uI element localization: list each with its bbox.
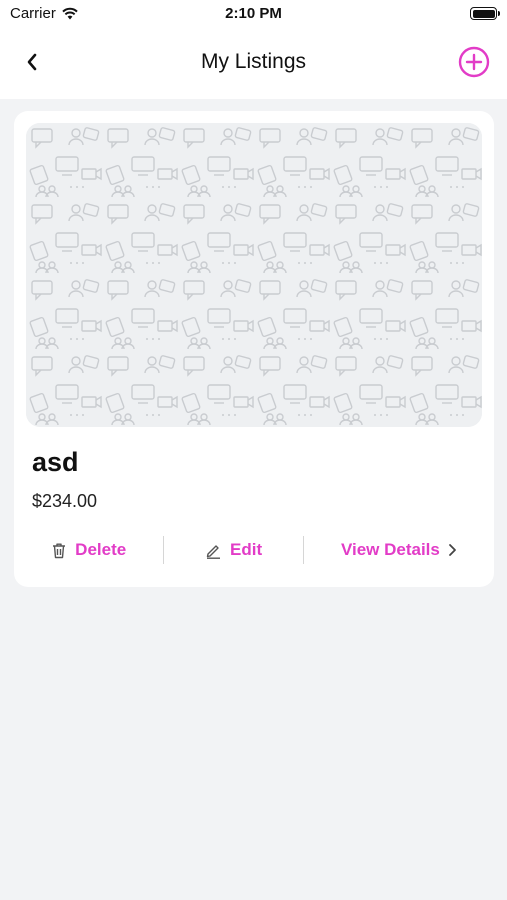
chevron-right-icon <box>448 544 456 556</box>
header: Carrier 2:10 PM My Listings <box>0 0 507 99</box>
status-bar: Carrier 2:10 PM <box>0 0 507 28</box>
view-details-button[interactable]: View Details <box>304 535 494 565</box>
listing-title: asd <box>32 447 79 477</box>
view-details-label: View Details <box>340 540 440 559</box>
delete-label: Delete <box>75 540 127 559</box>
listing-image-placeholder <box>26 123 482 427</box>
status-time: 2:10 PM <box>225 5 282 22</box>
listing-actions: Delete Edit View Details <box>14 535 494 565</box>
delete-button[interactable]: Delete <box>14 535 163 565</box>
edit-label: Edit <box>230 540 263 559</box>
battery-icon <box>470 7 500 20</box>
add-listing-button[interactable] <box>457 45 491 79</box>
navigation-bar: My Listings <box>0 36 507 88</box>
pencil-icon <box>206 544 221 559</box>
listing-price: $234.00 <box>32 491 98 511</box>
edit-button[interactable]: Edit <box>164 535 302 565</box>
trash-icon <box>53 543 66 558</box>
listing-card: asd $234.00 Delete Edit View Details <box>14 111 494 587</box>
pattern-illustration <box>26 123 482 427</box>
page-title: My Listings <box>200 50 307 73</box>
plus-circle-icon <box>458 46 490 78</box>
